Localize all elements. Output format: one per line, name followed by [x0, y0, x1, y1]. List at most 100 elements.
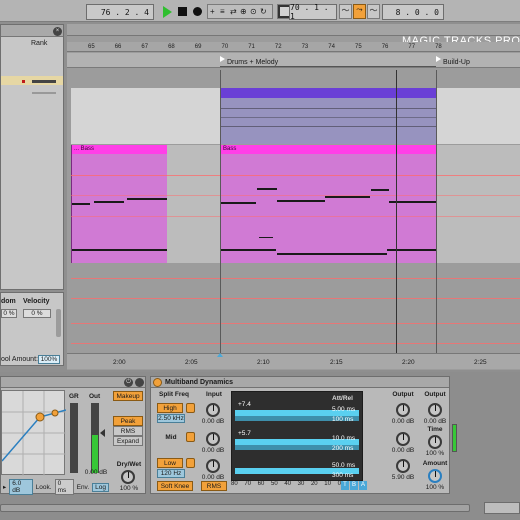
high-output-value[interactable]: 0.00 dB [389, 418, 417, 425]
high-input-value[interactable]: 0.00 dB [199, 418, 227, 425]
loop-button[interactable]: ⤳ [353, 4, 366, 19]
drywet-knob[interactable] [121, 470, 135, 484]
low-band-button[interactable]: Low [157, 458, 183, 468]
mid-input-value[interactable]: 0.00 dB [199, 447, 227, 454]
mid-input-knob[interactable] [206, 432, 220, 446]
time-value[interactable]: 100 % [421, 450, 449, 457]
loop-switch-icon[interactable]: ⇄ [230, 7, 238, 16]
low-output-knob[interactable] [396, 459, 410, 473]
master-output-value[interactable]: 0.00 dB [421, 418, 449, 425]
mid-output-value[interactable]: 0.00 dB [389, 447, 417, 454]
out-value[interactable]: 0.00 dB [81, 469, 111, 476]
ratio-value[interactable]: 6.0 dB [9, 479, 33, 495]
high-output-knob[interactable] [396, 403, 410, 417]
multiband-title-bar[interactable]: Multiband Dynamics [151, 377, 449, 388]
play-button[interactable] [163, 6, 172, 18]
beat-ruler[interactable] [67, 42, 520, 52]
loop-length-field[interactable]: 8 . 0 . 0 [382, 4, 444, 20]
bar-number[interactable]: 74 [328, 44, 335, 50]
random-field[interactable]: 0 % [1, 309, 17, 318]
bar-number[interactable]: 73 [302, 44, 309, 50]
high-band-button[interactable]: High [157, 403, 183, 413]
high-release[interactable]: 100 ms [332, 416, 353, 423]
bass-clip[interactable]: ... Bass [71, 145, 167, 263]
mid-attack[interactable]: 10.0 ms [332, 435, 355, 442]
drum-clip[interactable] [220, 88, 436, 144]
b-button[interactable]: B [350, 481, 358, 490]
rms-button[interactable]: RMS [113, 426, 143, 436]
time-knob[interactable] [428, 435, 442, 449]
song-position-field[interactable]: 76 . 2 . 4 [86, 4, 154, 20]
automation-icon[interactable]: ⊕ [240, 7, 248, 16]
device-settings-icon[interactable] [135, 378, 144, 387]
overdub-icon[interactable]: ≡ [220, 7, 228, 16]
bar-number[interactable]: 76 [382, 44, 389, 50]
low-attack[interactable]: 50.0 ms [332, 462, 355, 469]
bar-number[interactable]: 65 [88, 44, 95, 50]
a-button[interactable]: A [359, 481, 367, 490]
out-fader-handle[interactable] [100, 429, 105, 437]
master-output-knob[interactable] [428, 403, 442, 417]
makeup-button[interactable]: Makeup [113, 391, 143, 401]
mid-output-knob[interactable] [396, 432, 410, 446]
locator-icon[interactable] [436, 56, 441, 62]
high-freq-field[interactable]: 2.50 kHz [157, 414, 185, 423]
low-output-value[interactable]: 5.90 dB [389, 474, 417, 481]
velocity-field[interactable]: 0 % [23, 309, 51, 318]
punch-out-icon[interactable]: 〜 [367, 4, 380, 19]
device-power-icon[interactable] [153, 378, 162, 387]
bar-number[interactable]: 70 [222, 44, 229, 50]
low-input-knob[interactable] [206, 459, 220, 473]
time-ruler[interactable] [67, 353, 520, 369]
low-freq-field[interactable]: 120 Hz [157, 469, 185, 478]
soft-knee-button[interactable]: Soft Knee [157, 481, 193, 491]
look-value[interactable]: 0 ms [54, 479, 74, 495]
transfer-curve-display[interactable] [1, 390, 67, 476]
peak-button[interactable]: Peak [113, 416, 143, 426]
bar-number[interactable]: 69 [195, 44, 202, 50]
device-power-icon[interactable]: ⏻ [124, 378, 133, 387]
bar-number[interactable]: 66 [115, 44, 122, 50]
amount-value[interactable]: 100 % [421, 484, 449, 491]
back-to-arrangement-icon[interactable]: ↻ [260, 7, 268, 16]
bar-number[interactable]: 71 [248, 44, 255, 50]
high-input-knob[interactable] [206, 403, 220, 417]
rank-header[interactable]: Rank [31, 40, 47, 47]
close-icon[interactable]: × [53, 27, 62, 36]
add-icon[interactable]: + [210, 7, 218, 16]
record-button[interactable] [193, 7, 202, 16]
device-chain-scrollbar[interactable] [0, 504, 470, 512]
amount-knob[interactable] [428, 469, 442, 483]
bar-number[interactable]: 78 [435, 44, 442, 50]
scrollbar[interactable] [56, 309, 61, 337]
locator-drums-melody[interactable]: Drums + Melody [227, 59, 278, 66]
low-release[interactable]: 300 ms [332, 472, 353, 479]
t-button[interactable]: T [341, 481, 349, 490]
high-attack[interactable]: 5.00 ms [332, 406, 355, 413]
expand-button[interactable]: Expand [113, 436, 143, 446]
drywet-value[interactable]: 100 % [113, 485, 145, 492]
bar-number[interactable]: 68 [168, 44, 175, 50]
rms-button[interactable]: RMS [201, 481, 227, 491]
env-value[interactable]: Log [92, 482, 109, 492]
db-scale-tick: 80 [231, 481, 238, 487]
punch-in-icon[interactable]: 〜 [339, 4, 352, 19]
mid-release[interactable]: 200 ms [332, 445, 353, 452]
low-solo-button[interactable] [186, 458, 195, 468]
session-icon[interactable]: ⊙ [250, 7, 258, 16]
device-chain-scroll-thumb[interactable] [484, 502, 520, 514]
high-solo-button[interactable] [186, 403, 195, 413]
mid-solo-button[interactable] [186, 432, 195, 442]
locator-build-up[interactable]: Build-Up [443, 59, 470, 66]
bar-number[interactable]: 72 [275, 44, 282, 50]
low-input-value[interactable]: 0.00 dB [199, 474, 227, 481]
band-display[interactable]: +7.4 +5.7 Att/Rel 5.00 ms 100 ms 10.0 ms… [231, 391, 363, 481]
loop-start-field[interactable]: 70 . 1 . 1 [289, 3, 337, 21]
global-amount-field[interactable]: 100% [38, 355, 60, 364]
stop-button[interactable] [178, 7, 187, 16]
bass-clip[interactable]: Bass [220, 145, 437, 263]
bar-number[interactable]: 67 [141, 44, 148, 50]
locator-icon[interactable] [220, 56, 225, 62]
bar-number[interactable]: 75 [355, 44, 362, 50]
bar-number[interactable]: 77 [408, 44, 415, 50]
